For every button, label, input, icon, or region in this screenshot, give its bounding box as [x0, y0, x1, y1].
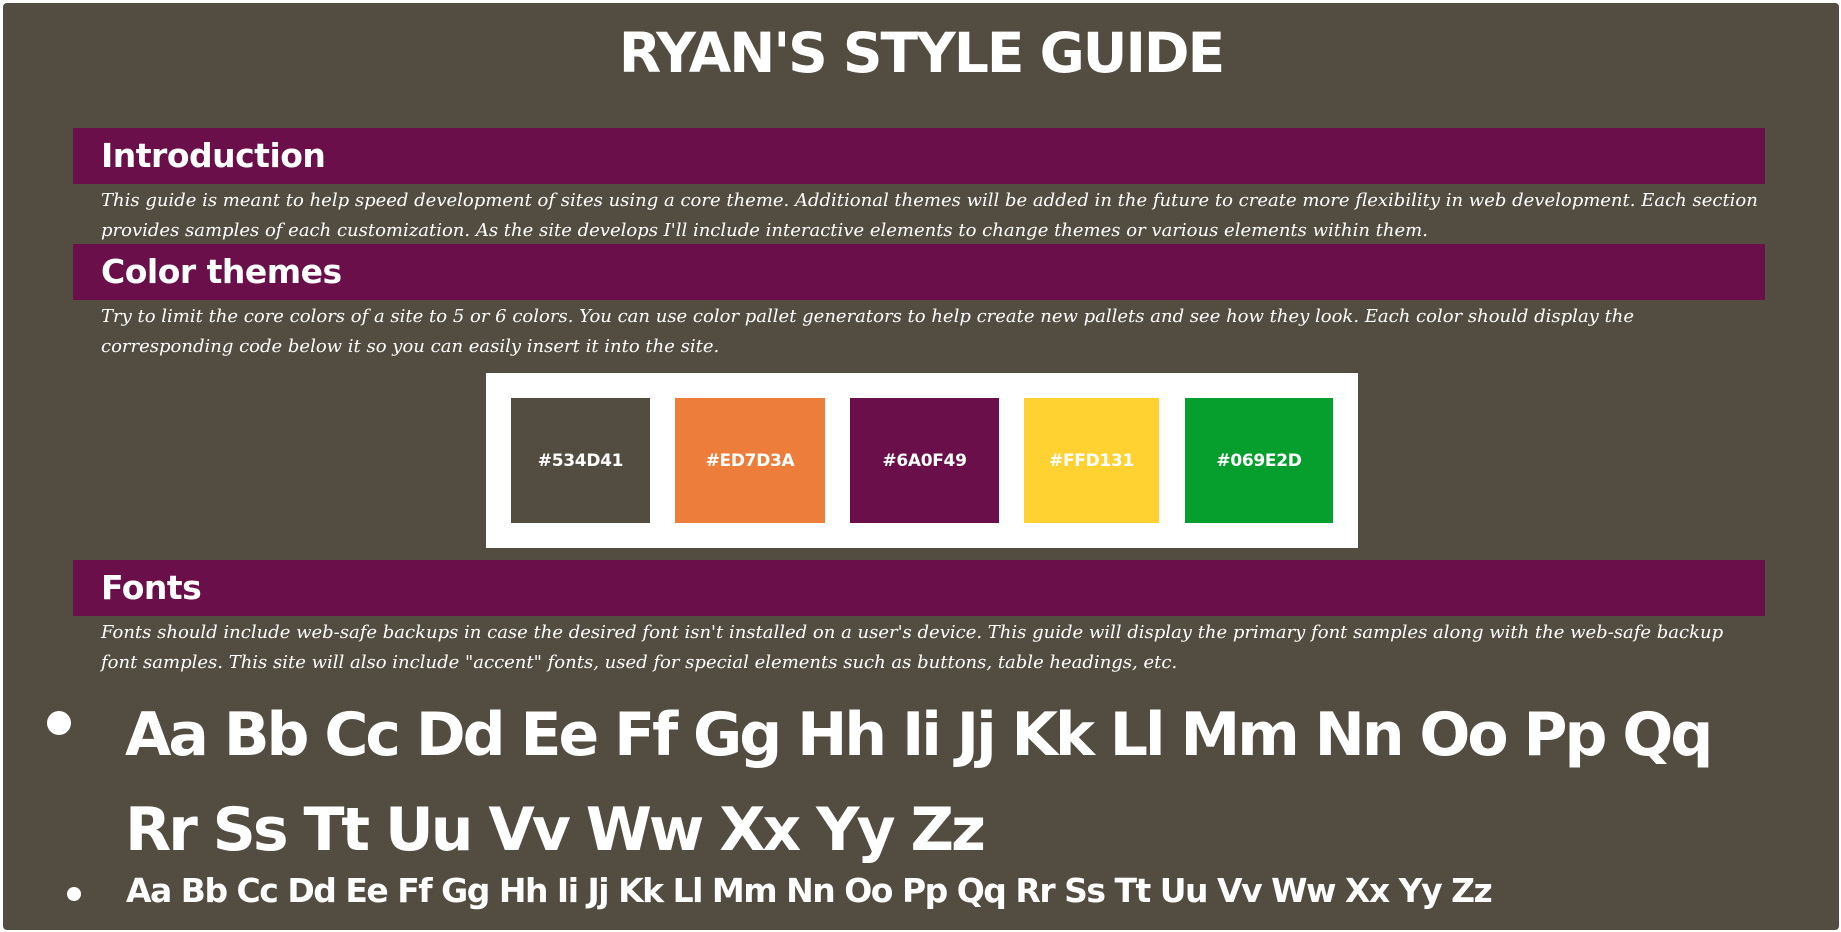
color-code-2: #ED7D3A	[705, 450, 795, 471]
color-swatch-5: #069E2D	[1185, 398, 1333, 523]
section-heading-fonts: Fonts	[101, 568, 202, 607]
section-text-introduction: This guide is meant to help speed develo…	[101, 190, 1758, 241]
section-heading-color-themes: Color themes	[101, 252, 342, 291]
list-bullet	[67, 887, 81, 901]
page-title: RYAN'S STYLE GUIDE	[618, 21, 1225, 85]
page-frame: RYAN'S STYLE GUIDE Introduction This gui…	[3, 3, 1839, 930]
section-text-fonts: Fonts should include web-safe backups in…	[101, 622, 1724, 673]
color-swatch-2: #ED7D3A	[675, 398, 825, 523]
color-code-3: #6A0F49	[882, 450, 967, 471]
color-swatch-4: #FFD131	[1024, 398, 1159, 523]
font-sample-backup: Aa Bb Cc Dd Ee Ff Gg Hh Ii Jj Kk Ll Mm N…	[126, 871, 1493, 910]
color-swatch-1: #534D41	[511, 398, 650, 523]
color-palette: #534D41 #ED7D3A #6A0F49 #FFD131 #069E2D	[486, 373, 1358, 548]
section-header-color-themes: Color themes	[73, 244, 1765, 300]
section-header-introduction: Introduction	[73, 128, 1765, 184]
section-text-color-themes: Try to limit the core colors of a site t…	[101, 306, 1635, 357]
color-code-5: #069E2D	[1216, 450, 1302, 471]
color-code-4: #FFD131	[1049, 450, 1134, 471]
color-code-1: #534D41	[537, 450, 624, 471]
color-swatch-3: #6A0F49	[850, 398, 999, 523]
list-bullet	[47, 711, 71, 735]
section-header-fonts: Fonts	[73, 560, 1765, 616]
section-heading-introduction: Introduction	[101, 136, 326, 175]
font-sample-primary: Aa Bb Cc Dd Ee Ff Gg Hh Ii Jj Kk Ll Mm N…	[125, 700, 1713, 865]
